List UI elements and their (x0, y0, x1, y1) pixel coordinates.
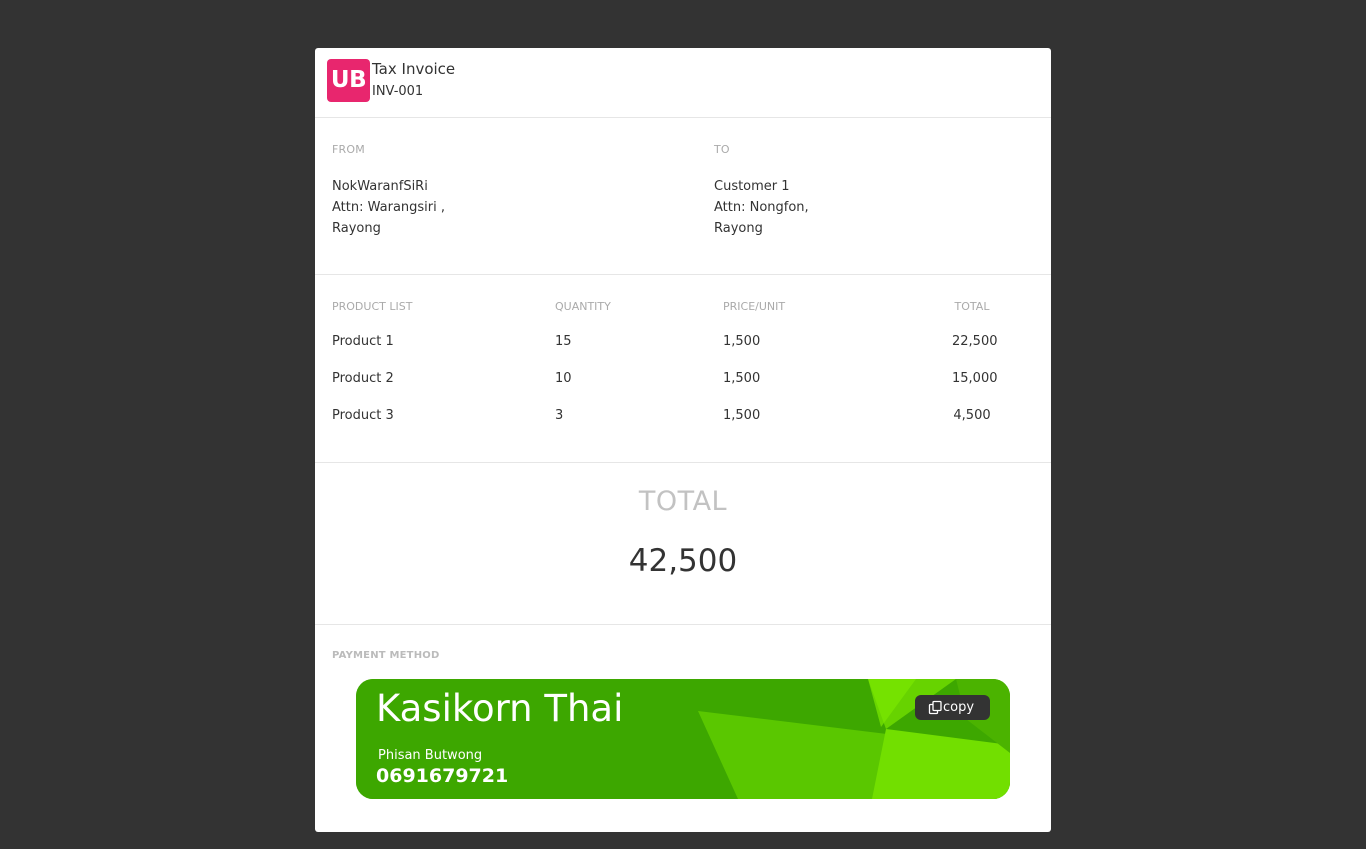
company-logo: UB (327, 59, 370, 102)
product-name: Product 3 (332, 408, 394, 423)
parties-section: FROM NokWaranfSiRi Attn: Warangsiri , Ra… (315, 118, 1051, 275)
to-attention: Attn: Nongfon, (714, 200, 809, 215)
to-address: Customer 1 Attn: Nongfon, Rayong (714, 176, 809, 239)
product-name: Product 2 (332, 371, 394, 386)
product-quantity: 10 (555, 371, 572, 386)
product-name: Product 1 (332, 334, 394, 349)
invoice-number: INV-001 (372, 84, 424, 99)
to-city: Rayong (714, 221, 763, 236)
product-price: 1,500 (723, 334, 761, 349)
product-total: 4,500 (953, 408, 991, 423)
product-total: 22,500 (952, 334, 998, 349)
column-header-product: PRODUCT LIST (332, 300, 413, 313)
account-number: 0691679721 (376, 765, 509, 787)
payment-method-label: PAYMENT METHOD (332, 650, 440, 661)
total-label: TOTAL (638, 486, 728, 517)
account-holder-name: Phisan Butwong (378, 748, 483, 763)
column-header-price: PRICE/UNIT (723, 300, 786, 313)
copy-label: copy (943, 700, 975, 715)
column-header-quantity: QUANTITY (555, 300, 611, 313)
from-address: NokWaranfSiRi Attn: Warangsiri , Rayong (332, 176, 445, 239)
from-label: FROM (332, 143, 365, 156)
product-table: PRODUCT LIST QUANTITY PRICE/UNIT TOTAL P… (315, 275, 1051, 463)
product-price: 1,500 (723, 408, 761, 423)
document-title: Tax Invoice (372, 60, 456, 78)
copy-icon (928, 700, 942, 715)
copy-button[interactable]: copy (915, 695, 990, 720)
table-row: Product 1 15 1,500 22,500 (315, 334, 1051, 371)
product-total: 15,000 (952, 371, 998, 386)
invoice-header: UB Tax Invoice INV-001 (315, 48, 1051, 118)
from-city: Rayong (332, 221, 381, 236)
total-section: TOTAL 42,500 (315, 463, 1051, 625)
invoice-card: UB Tax Invoice INV-001 FROM NokWaranfSiR… (315, 48, 1051, 832)
product-quantity: 15 (555, 334, 572, 349)
bank-name: Kasikorn Thai (376, 687, 624, 730)
to-label: TO (714, 143, 730, 156)
to-customer: Customer 1 (714, 179, 790, 194)
payment-section: PAYMENT METHOD Kasikorn Thai Phisan Butw… (315, 625, 1051, 832)
table-row: Product 2 10 1,500 15,000 (315, 371, 1051, 408)
total-value: 42,500 (628, 543, 738, 579)
product-quantity: 3 (555, 408, 564, 423)
bank-card: Kasikorn Thai Phisan Butwong 0691679721 … (356, 679, 1010, 799)
from-attention: Attn: Warangsiri , (332, 200, 446, 215)
product-price: 1,500 (723, 371, 761, 386)
column-header-total: TOTAL (954, 300, 990, 313)
from-company: NokWaranfSiRi (332, 179, 428, 194)
table-row: Product 3 3 1,500 4,500 (315, 408, 1051, 445)
